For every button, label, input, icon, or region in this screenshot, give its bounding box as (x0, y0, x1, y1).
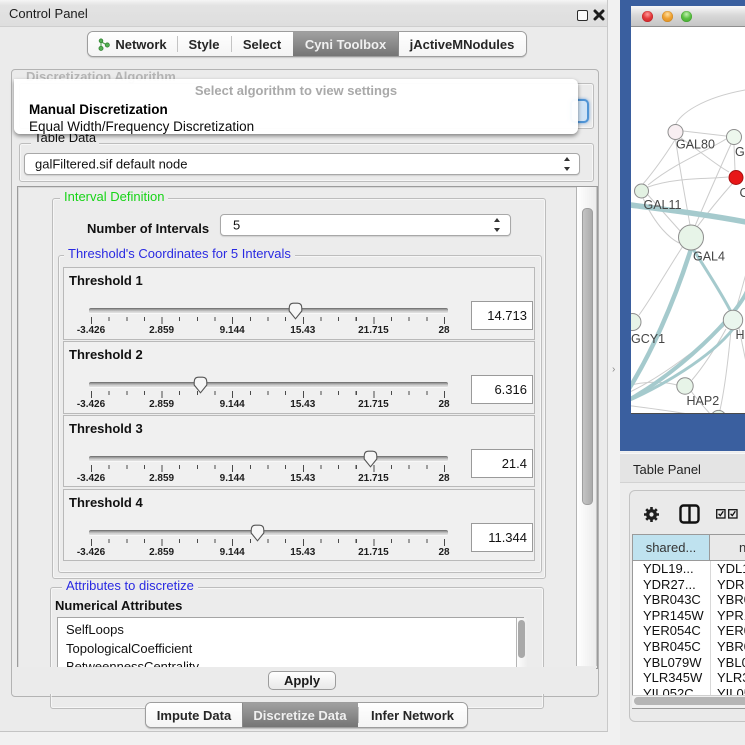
svg-text:H: H (736, 328, 745, 342)
svg-text:GAL11: GAL11 (644, 198, 682, 212)
svg-text:HAP2: HAP2 (687, 394, 720, 408)
svg-text:C: C (740, 186, 745, 200)
svg-text:GCY1: GCY1 (631, 332, 665, 346)
svg-text:GAL4: GAL4 (693, 250, 725, 264)
svg-text:G.: G. (735, 145, 745, 159)
svg-text:GAL80: GAL80 (676, 138, 715, 152)
